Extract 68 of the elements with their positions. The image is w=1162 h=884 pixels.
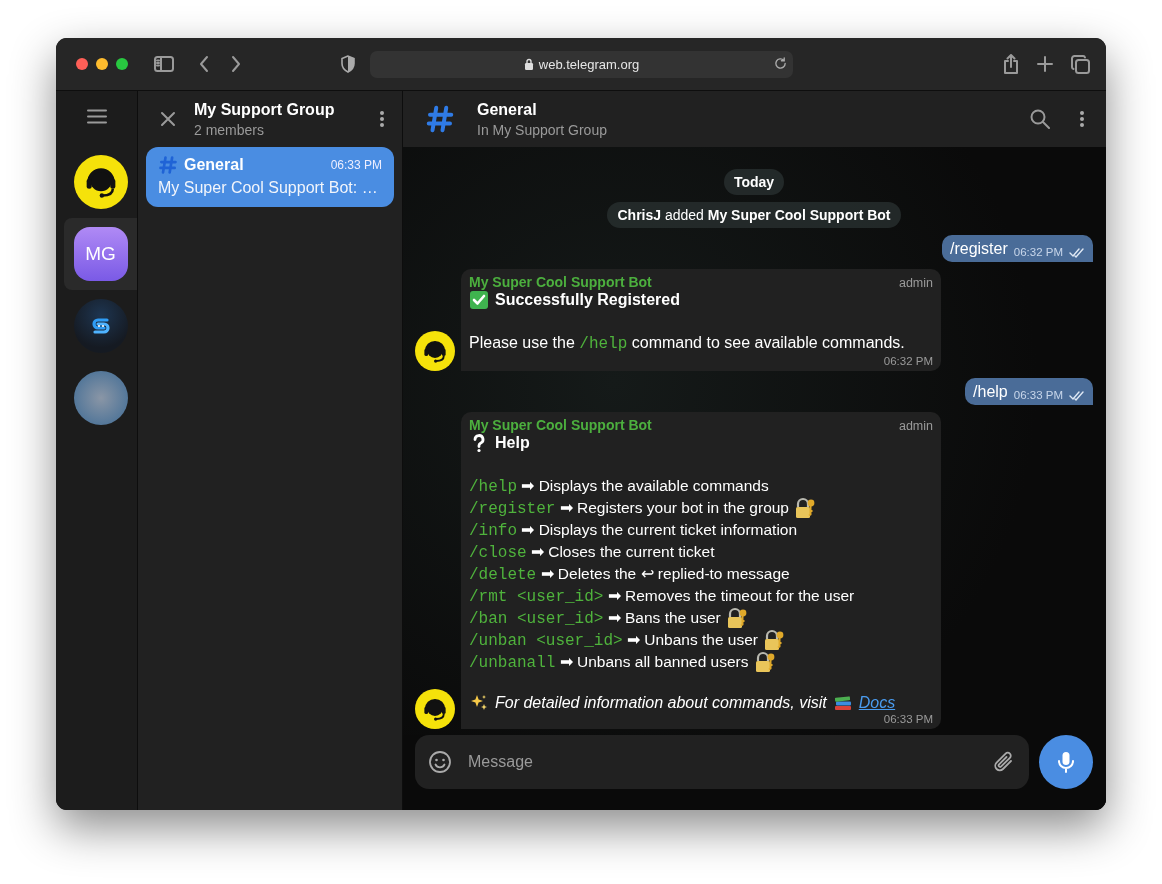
chat-subtitle: In My Support Group [477,121,608,138]
zoom-window-button[interactable] [116,58,128,70]
more-icon[interactable] [1080,110,1084,128]
emoji-icon[interactable] [428,750,452,774]
share-icon[interactable] [1003,54,1019,74]
close-icon[interactable] [160,111,176,127]
avatar: MG [73,227,128,281]
message-text: /help [973,383,1008,401]
sender-name: My Super Cool Support Bot [469,417,652,433]
command-description: /info ➡ Displays the current ticket information [469,520,798,540]
message-time: 06:32 PM [883,355,933,367]
admin-label: admin [898,419,933,433]
search-icon[interactable] [1030,109,1050,129]
reload-icon[interactable] [774,56,787,70]
url-text: web.telegram.org [538,56,640,72]
lock-icon [523,58,534,70]
command-description: /close ➡ Closes the current ticket [469,542,715,562]
topic-time: 06:33 PM [330,158,382,172]
sidebar-icon[interactable] [154,56,174,72]
command-description: /help ➡ Displays the available commands [469,476,769,496]
command-description: /ban <user_id> ➡ Bans the user [469,608,721,628]
message-time: 06:32 PM [1013,246,1063,258]
menu-icon[interactable] [86,109,107,124]
address-bar[interactable]: web.telegram.org [370,50,793,78]
new-tab-icon[interactable] [1037,56,1053,72]
group-title: My Support Group [194,100,336,119]
tabs-overview-icon[interactable] [1071,54,1090,74]
docs-link[interactable]: Docs [858,694,896,712]
service-message: ChrisJ added My Super Cool Support Bot [607,202,901,228]
command-description: /unban <user_id> ➡ Unbans the user [469,630,758,650]
chat-logo-icon [89,315,112,337]
microphone-icon [1056,750,1076,774]
message-text: /register [949,240,1008,258]
more-icon[interactable] [380,110,384,128]
message-title: Successfully Registered [495,291,680,309]
folder-item[interactable]: MG [64,218,137,290]
topic-item[interactable]: General 06:33 PM My Super Cool Support Bot: … [146,147,394,207]
headset-avatar [73,155,128,209]
voice-message-button[interactable] [1039,735,1093,789]
command-description: /rmt <user_id> ➡ Removes the timeout for the user [469,586,855,606]
topic-preview: My Super Cool Support Bot: … [158,179,379,197]
command-description: /register ➡ Registers your bot in the group [469,498,789,518]
member-count: 2 members [194,121,266,138]
admin-label: admin [898,276,933,290]
forward-icon[interactable] [230,55,242,73]
message-time: 06:33 PM [1013,389,1063,401]
books-icon [832,693,853,713]
message-title: Help [495,434,530,452]
avatar-photo-placeholder [73,371,128,425]
message-text: Please use the /help command to see available commands. [469,333,906,355]
close-window-button[interactable] [76,58,88,70]
date-label: Today [723,169,785,195]
shield-icon[interactable] [340,55,356,73]
composer-field[interactable]: Message [415,735,1029,789]
hash-icon [425,104,455,134]
command-description: /unbanall ➡ Unbans all banned users [469,652,749,672]
command-description: /delete ➡ Deletes the ↩ replied-to message [469,564,790,584]
note-text: For detailed information about commands, visit [495,694,827,712]
attach-icon[interactable] [993,750,1015,774]
hash-icon [158,155,178,175]
minimize-window-button[interactable] [96,58,108,70]
back-icon[interactable] [198,55,210,73]
message-time: 06:33 PM [883,713,933,725]
topic-title: General [184,156,245,174]
check-box-icon [469,290,489,310]
message-input[interactable]: Message [466,752,979,772]
sender-name: My Super Cool Support Bot [469,274,652,290]
chat-title: General [477,100,538,119]
